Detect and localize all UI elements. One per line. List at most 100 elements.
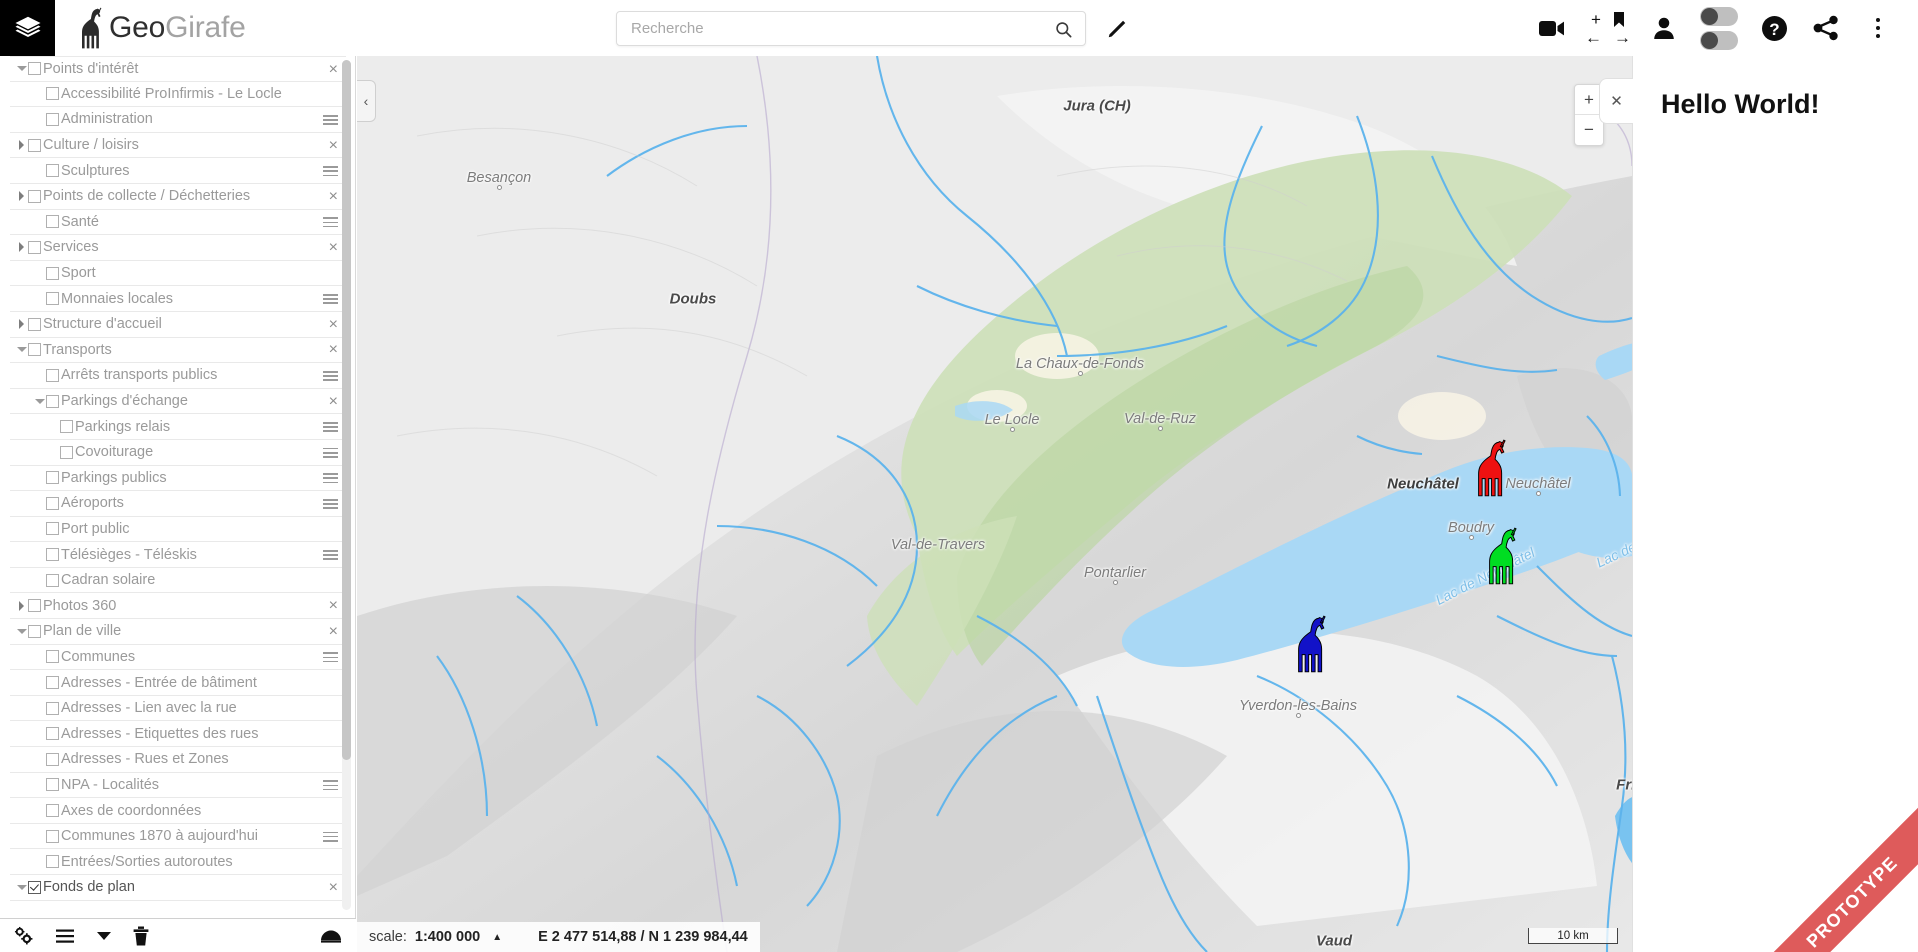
layer-settings-icon[interactable] <box>14 926 33 945</box>
layer-tree-row[interactable]: Photos 360 × <box>10 593 346 620</box>
collapse-sidebar-button[interactable]: ‹ <box>357 80 376 122</box>
layer-checkbox[interactable] <box>46 471 59 485</box>
layer-checkbox[interactable] <box>28 240 41 254</box>
layer-label[interactable]: Aéroports <box>61 495 124 511</box>
layer-checkbox[interactable] <box>46 855 59 869</box>
layer-options-icon[interactable] <box>323 645 338 671</box>
layer-checkbox[interactable] <box>46 266 59 280</box>
layer-options-icon[interactable] <box>323 286 338 312</box>
layer-tree-row[interactable]: Communes 1870 à aujourd'hui <box>10 824 346 850</box>
chevron-down-icon[interactable] <box>33 395 46 408</box>
layer-checkbox[interactable] <box>46 496 59 510</box>
video-record-icon[interactable] <box>1526 0 1578 56</box>
layer-tree-row[interactable]: Points d'intérêt × <box>10 56 346 82</box>
layer-checkbox[interactable] <box>28 62 41 76</box>
pen-draw-icon[interactable] <box>1106 18 1128 40</box>
remove-layer-icon[interactable]: × <box>329 235 338 261</box>
layer-label[interactable]: Parkings relais <box>75 419 170 435</box>
remove-layer-icon[interactable]: × <box>329 57 338 83</box>
search-icon[interactable] <box>1054 20 1073 39</box>
layer-tree-row[interactable]: Entrées/Sorties autoroutes <box>10 849 346 875</box>
trash-delete-icon[interactable] <box>133 926 149 946</box>
layer-options-icon[interactable] <box>323 466 338 492</box>
layer-checkbox[interactable] <box>28 343 41 357</box>
layer-label[interactable]: Port public <box>61 521 130 537</box>
layer-checkbox[interactable] <box>46 522 59 536</box>
layer-tree-row[interactable]: Monnaies locales <box>10 286 346 312</box>
layer-options-icon[interactable] <box>323 414 338 440</box>
layer-options-icon[interactable] <box>323 824 338 850</box>
layer-label[interactable]: Adresses - Etiquettes des rues <box>61 726 258 742</box>
layer-checkbox[interactable] <box>46 752 59 766</box>
layer-label[interactable]: NPA - Localités <box>61 777 159 793</box>
layer-checkbox[interactable] <box>46 164 59 178</box>
layer-label[interactable]: Cadran solaire <box>61 572 155 588</box>
layer-options-icon[interactable] <box>323 363 338 389</box>
search-input[interactable] <box>617 12 1085 45</box>
layer-tree-row[interactable]: Parkings d'échange × <box>10 389 346 415</box>
toggle-switch-2[interactable] <box>1700 30 1738 50</box>
chevron-down-icon[interactable] <box>15 62 28 75</box>
remove-layer-icon[interactable]: × <box>329 593 338 619</box>
layer-tree-row[interactable]: Plan de ville × <box>10 619 346 645</box>
layer-checkbox[interactable] <box>28 138 41 152</box>
brand-logo[interactable]: GeoGirafe <box>67 0 246 56</box>
layer-tree-row[interactable]: Accessibilité ProInfirmis - Le Locle <box>10 82 346 108</box>
nav-back-icon[interactable]: ← <box>1585 29 1602 46</box>
layer-checkbox[interactable] <box>28 189 41 203</box>
layer-tree-row[interactable]: Télésièges - Téléskis <box>10 542 346 568</box>
layer-checkbox[interactable] <box>46 87 59 101</box>
layer-label[interactable]: Administration <box>61 111 153 127</box>
print-export-icon[interactable] <box>320 929 342 943</box>
giraffe-marker-blue[interactable] <box>1278 614 1341 674</box>
remove-layer-icon[interactable]: × <box>329 184 338 210</box>
layer-label[interactable]: Adresses - Entrée de bâtiment <box>61 675 257 691</box>
layer-tree-row[interactable]: Structure d'accueil × <box>10 312 346 338</box>
remove-layer-icon[interactable]: × <box>329 133 338 159</box>
close-panel-button[interactable]: ✕ <box>1599 78 1633 124</box>
layer-tree-row[interactable]: Adresses - Lien avec la rue <box>10 696 346 722</box>
toggle-switch-1[interactable] <box>1700 6 1738 26</box>
layer-options-icon[interactable] <box>323 158 338 184</box>
map-viewport[interactable]: ‹ + − Besançon Doubs Jura (CH) La Chaux-de-… <box>357 56 1632 952</box>
layer-label[interactable]: Arrêts transports publics <box>61 367 217 383</box>
remove-layer-icon[interactable]: × <box>329 312 338 338</box>
layer-tree-row[interactable]: Adresses - Rues et Zones <box>10 747 346 773</box>
layer-tree-row[interactable]: Santé <box>10 210 346 236</box>
layer-checkbox[interactable] <box>46 548 59 562</box>
chevron-right-icon[interactable] <box>15 599 28 612</box>
layer-checkbox[interactable] <box>46 573 59 587</box>
layer-label[interactable]: Covoiturage <box>75 444 153 460</box>
layer-tree-row[interactable]: Port public <box>10 517 346 543</box>
layer-label[interactable]: Adresses - Rues et Zones <box>61 751 229 767</box>
giraffe-marker-green[interactable] <box>1469 526 1532 586</box>
layer-checkbox[interactable] <box>46 650 59 664</box>
layer-tree-row[interactable]: Culture / loisirs × <box>10 133 346 159</box>
layer-checkbox[interactable] <box>46 292 59 306</box>
zoom-out-button[interactable]: − <box>1575 115 1603 145</box>
share-icon[interactable] <box>1800 0 1852 56</box>
bookmark-icon[interactable] <box>1613 11 1625 28</box>
layer-label[interactable]: Santé <box>61 214 99 230</box>
layer-label[interactable]: Accessibilité ProInfirmis - Le Locle <box>61 86 282 102</box>
chevron-right-icon[interactable] <box>15 139 28 152</box>
sidebar-scrollbar-thumb[interactable] <box>342 60 351 760</box>
layer-checkbox[interactable] <box>46 727 59 741</box>
layer-label[interactable]: Monnaies locales <box>61 291 173 307</box>
more-menu-icon[interactable] <box>1852 0 1904 56</box>
layer-options-icon[interactable] <box>323 491 338 517</box>
layer-options-icon[interactable] <box>323 107 338 133</box>
nav-forward-icon[interactable]: → <box>1614 29 1631 46</box>
layer-tree-row[interactable]: Parkings relais <box>10 414 346 440</box>
layer-checkbox[interactable] <box>46 676 59 690</box>
remove-layer-icon[interactable]: × <box>329 619 338 645</box>
layer-label[interactable]: Structure d'accueil <box>43 316 162 332</box>
layer-checkbox[interactable] <box>60 445 73 459</box>
layer-label[interactable]: Services <box>43 239 99 255</box>
layer-options-icon[interactable] <box>323 210 338 236</box>
layer-options-icon[interactable] <box>323 440 338 466</box>
layer-label[interactable]: Parkings d'échange <box>61 393 188 409</box>
layer-label[interactable]: Sculptures <box>61 163 130 179</box>
layer-label[interactable]: Plan de ville <box>43 623 121 639</box>
chevron-right-icon[interactable] <box>15 190 28 203</box>
